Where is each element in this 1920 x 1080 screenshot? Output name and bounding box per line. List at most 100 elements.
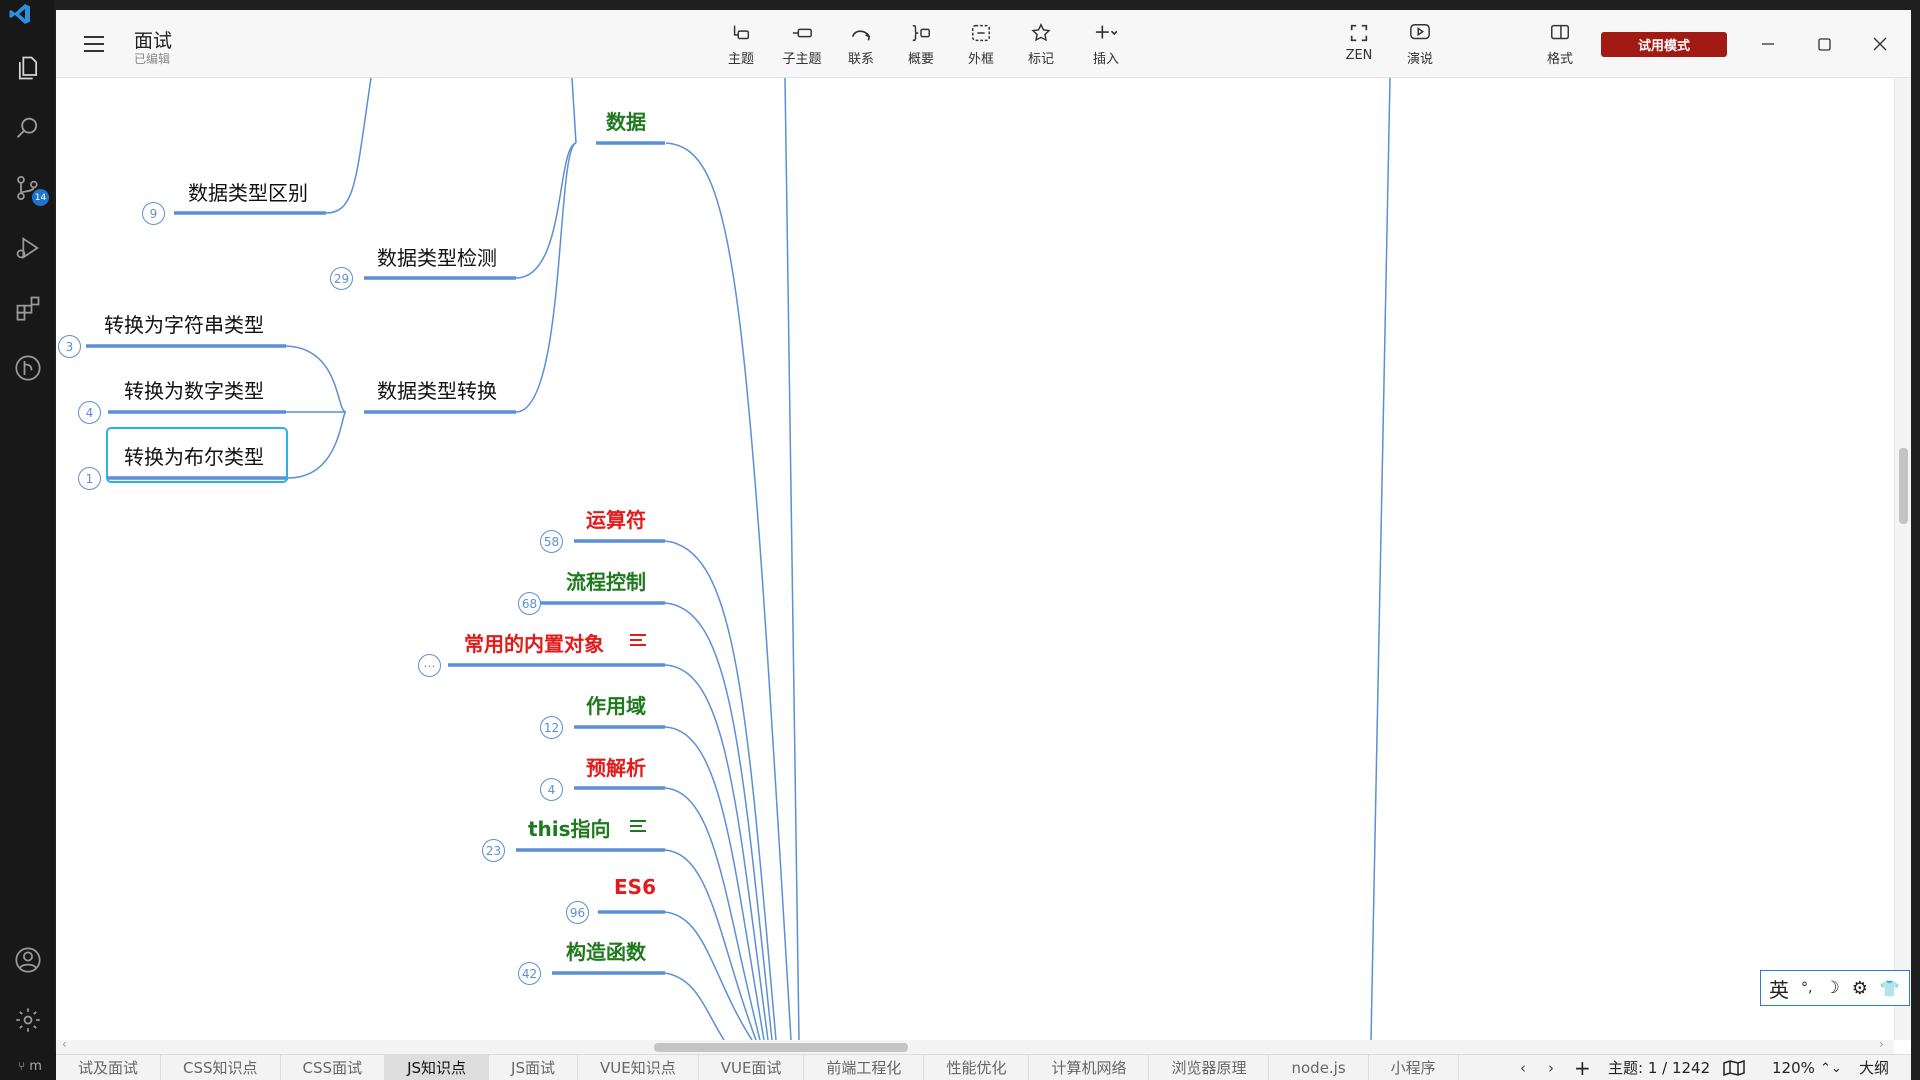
add-sheet-icon[interactable]: + (1574, 1055, 1591, 1080)
toolbar-topic-button[interactable]: 主题 (711, 22, 771, 67)
sheet-tab[interactable]: VUE面试 (699, 1055, 805, 1080)
horizontal-scrollbar[interactable]: ‹ › (56, 1037, 1894, 1054)
ime-settings-icon[interactable]: ⚙ (1852, 978, 1868, 999)
toolbar-subtopic-button[interactable]: 子主题 (772, 22, 832, 67)
status-text: m (29, 1058, 42, 1074)
collapse-badge[interactable]: 3 (58, 335, 81, 358)
node-type-convert[interactable]: 数据类型转换 (377, 375, 497, 404)
present-button[interactable]: 演说 (1390, 22, 1450, 67)
collapse-badge[interactable]: 12 (540, 716, 563, 739)
collapse-badge[interactable]: 96 (566, 901, 589, 924)
mindmap-connectors (86, 78, 1391, 1040)
sheet-tab[interactable]: 前端工程化 (804, 1055, 925, 1080)
node-this-pointer[interactable]: this指向 (528, 813, 611, 842)
hamburger-menu-icon[interactable] (82, 34, 106, 54)
connector-this (664, 849, 757, 1040)
sheet-tab[interactable]: 浏览器原理 (1149, 1055, 1270, 1080)
sheet-tab[interactable]: 计算机网络 (1029, 1055, 1150, 1080)
collapse-badge[interactable]: 23 (482, 839, 505, 862)
node-data[interactable]: 数据 (606, 106, 646, 135)
node-scope[interactable]: 作用域 (586, 690, 646, 719)
sheet-tab[interactable]: 试及面试 (56, 1055, 162, 1080)
sheet-tab[interactable]: 性能优化 (924, 1055, 1030, 1080)
node-operators[interactable]: 运算符 (586, 504, 646, 533)
vertical-scroll-thumb[interactable] (1899, 448, 1908, 524)
sheet-tab[interactable]: CSS面试 (281, 1055, 386, 1080)
connector-trunk-b (1370, 78, 1391, 1040)
zoom-level[interactable]: 120% (1772, 1055, 1815, 1080)
collapse-badge[interactable]: ⋯ (418, 654, 441, 677)
topic-icon (733, 25, 750, 40)
topic-count: 主题: 1 / 1242 (1608, 1059, 1711, 1077)
sheet-tab[interactable]: 小程序 (1369, 1055, 1459, 1080)
tabs-prev-icon[interactable]: ‹ (1520, 1055, 1526, 1080)
tabs-next-icon[interactable]: › (1548, 1055, 1554, 1080)
vscode-logo-icon (8, 2, 32, 26)
node-to-string[interactable]: 转换为字符串类型 (104, 309, 264, 338)
node-es6[interactable]: ES6 (614, 875, 656, 899)
close-window-icon[interactable] (1868, 32, 1892, 56)
vertical-scrollbar[interactable] (1894, 78, 1911, 1040)
mindmap-canvas[interactable]: 数据 数据类型区别 9 数据类型检测 29 转换为字符串类型 3 转换为数字类型… (56, 78, 1894, 1040)
title-toolbar: 面试 已编辑 主题 子主题 联系 概要 外框 标记 插入 ZEN 演说 格式 试… (56, 10, 1911, 78)
sheet-tab[interactable]: JS面试 (489, 1055, 578, 1080)
sheet-tab[interactable]: VUE知识点 (578, 1055, 699, 1080)
outline-button[interactable]: 大纲 (1859, 1055, 1889, 1080)
collapse-badge[interactable]: 4 (540, 778, 563, 801)
notes-icon[interactable] (628, 632, 648, 648)
sheet-tab[interactable]: JS知识点 (385, 1055, 490, 1080)
node-constructor[interactable]: 构造函数 (566, 936, 646, 965)
toolbar-insert-button[interactable]: 插入 (1076, 22, 1136, 67)
collapse-badge[interactable]: 42 (518, 962, 541, 985)
node-preparse[interactable]: 预解析 (586, 752, 646, 781)
search-icon[interactable] (12, 112, 44, 144)
node-type-diff[interactable]: 数据类型区别 (188, 177, 308, 206)
zoom-stepper-icon[interactable]: ⌃⌄ (1820, 1055, 1842, 1080)
ime-moon-icon[interactable]: ☽ (1824, 978, 1839, 998)
node-to-boolean[interactable]: 转换为布尔类型 (124, 441, 264, 470)
maximize-icon[interactable] (1812, 32, 1836, 56)
map-view-icon[interactable] (1723, 1060, 1745, 1076)
collapse-badge[interactable]: 4 (78, 401, 101, 424)
connector-operators (664, 540, 777, 1040)
format-panel-icon (1551, 24, 1569, 40)
sheet-tab[interactable]: CSS知识点 (161, 1055, 281, 1080)
zen-mode-button[interactable]: ZEN (1329, 22, 1389, 63)
collapse-badge[interactable]: 68 (518, 592, 541, 615)
toolbar-relationship-button[interactable]: 联系 (831, 22, 891, 67)
horizontal-scroll-thumb[interactable] (654, 1043, 908, 1052)
ime-skin-icon[interactable]: 👕 (1880, 979, 1900, 998)
sheet-tab[interactable]: node.js (1269, 1055, 1369, 1080)
node-builtin-objects[interactable]: 常用的内置对象 (464, 628, 604, 657)
collapse-badge[interactable]: 1 (78, 467, 101, 490)
explorer-icon[interactable] (12, 52, 44, 84)
node-flow-control[interactable]: 流程控制 (566, 566, 646, 595)
run-debug-icon[interactable] (12, 232, 44, 264)
git-graph-icon[interactable] (12, 352, 44, 384)
extensions-icon[interactable] (12, 292, 44, 324)
account-icon[interactable] (12, 944, 44, 976)
node-to-number[interactable]: 转换为数字类型 (124, 375, 264, 404)
toolbar-marker-button[interactable]: 标记 (1011, 22, 1071, 67)
trial-mode-button[interactable]: 试用模式 (1601, 32, 1727, 57)
connector-top-partial-2 (571, 78, 577, 144)
toolbar-summary-button[interactable]: 概要 (891, 22, 951, 67)
connector-type-check (515, 142, 577, 279)
ime-lang[interactable]: 英 (1769, 974, 1789, 1003)
node-type-check[interactable]: 数据类型检测 (377, 242, 497, 271)
ime-toolbar[interactable]: 英 °, ☽ ⚙ 👕 (1760, 970, 1910, 1006)
ime-punctuation-icon[interactable]: °, (1801, 980, 1812, 996)
insert-plus-icon (1095, 25, 1117, 39)
scroll-left-arrow-icon[interactable]: ‹ (62, 1037, 67, 1051)
document-status: 已编辑 (134, 52, 171, 66)
scroll-right-arrow-icon[interactable]: › (1879, 1037, 1884, 1051)
format-panel-button[interactable]: 格式 (1530, 22, 1590, 67)
notes-icon[interactable] (628, 818, 648, 834)
collapse-badge[interactable]: 29 (330, 267, 353, 290)
relationship-icon (851, 30, 871, 41)
minimize-icon[interactable] (1756, 32, 1780, 56)
settings-gear-icon[interactable] (12, 1004, 44, 1036)
collapse-badge[interactable]: 9 (142, 202, 165, 225)
toolbar-boundary-button[interactable]: 外框 (951, 22, 1011, 67)
collapse-badge[interactable]: 58 (540, 530, 563, 553)
